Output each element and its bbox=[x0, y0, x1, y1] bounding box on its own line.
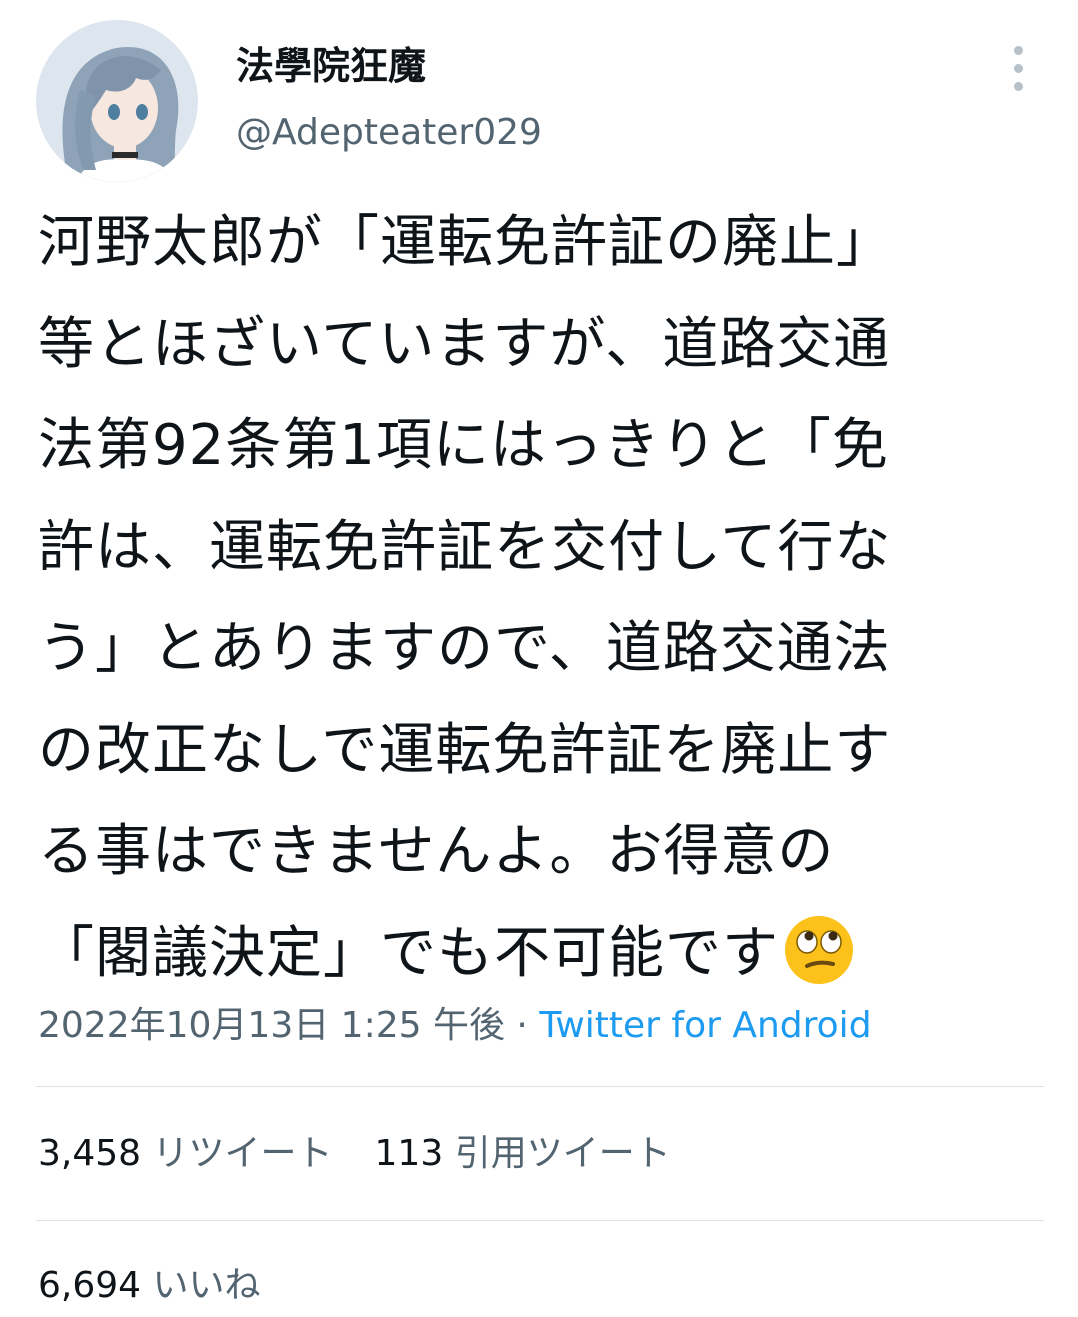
user-handle[interactable]: @Adepteater029 bbox=[236, 110, 542, 156]
engagement-stats: 3,458 リツイート 113 引用ツイート bbox=[38, 1126, 671, 1182]
tweet-text-line: う」とありますので、道路交通法 bbox=[38, 616, 891, 681]
tweet-text-last-line: 「閣議決定」でも不可能です bbox=[38, 903, 1038, 1005]
tweet-text-line: 法第92条第1項にはっきりと「免 bbox=[38, 413, 889, 478]
avatar[interactable] bbox=[36, 20, 198, 182]
quotes-count: 113 bbox=[374, 1133, 444, 1174]
source-link[interactable]: Twitter for Android bbox=[539, 1005, 871, 1046]
meta-separator: · bbox=[504, 1005, 540, 1046]
tweet-meta: 2022年10月13日 1:25 午後 · Twitter for Androi… bbox=[38, 998, 872, 1054]
tweet-text-line: 河野太郎が「運転免許証の廃止」 bbox=[38, 210, 893, 275]
tweet-text-line: 等とほざいていますが、道路交通 bbox=[38, 311, 891, 377]
likes-stats: 6,694 いいね bbox=[38, 1258, 261, 1314]
likes-count: 6,694 bbox=[38, 1265, 142, 1306]
display-name[interactable]: 法學院狂魔 bbox=[236, 42, 426, 90]
tweet-text-line: 「閣議決定」でも不可能です bbox=[38, 920, 779, 986]
timestamp[interactable]: 2022年10月13日 1:25 午後 bbox=[38, 1005, 505, 1046]
retweets-stat[interactable]: 3,458 リツイート bbox=[38, 1133, 333, 1174]
tweet-text-line: る事はできませんよ。お得意の bbox=[38, 819, 835, 884]
more-options-icon[interactable] bbox=[1000, 40, 1040, 96]
divider bbox=[36, 1086, 1044, 1087]
tweet-text: 河野太郎が「運転免許証の廃止」 等とほざいていますが、道路交通 法第92条第1項… bbox=[38, 192, 1038, 1004]
tweet-text-line: 許は、運転免許証を交付して行な bbox=[38, 514, 892, 580]
quotes-label: 引用ツイート bbox=[454, 1133, 671, 1174]
quotes-stat[interactable]: 113 引用ツイート bbox=[375, 1133, 671, 1174]
retweets-count: 3,458 bbox=[38, 1133, 142, 1174]
likes-label: いいね bbox=[152, 1265, 261, 1306]
retweets-label: リツイート bbox=[152, 1133, 333, 1174]
divider bbox=[36, 1220, 1044, 1221]
tweet-text-line: の改正なしで運転免許証を廃止す bbox=[38, 717, 892, 783]
tweet-header: 法學院狂魔 @Adepteater029 bbox=[0, 0, 1078, 182]
likes-stat[interactable]: 6,694 いいね bbox=[38, 1265, 261, 1306]
face-with-rolling-eyes-icon bbox=[783, 914, 855, 986]
